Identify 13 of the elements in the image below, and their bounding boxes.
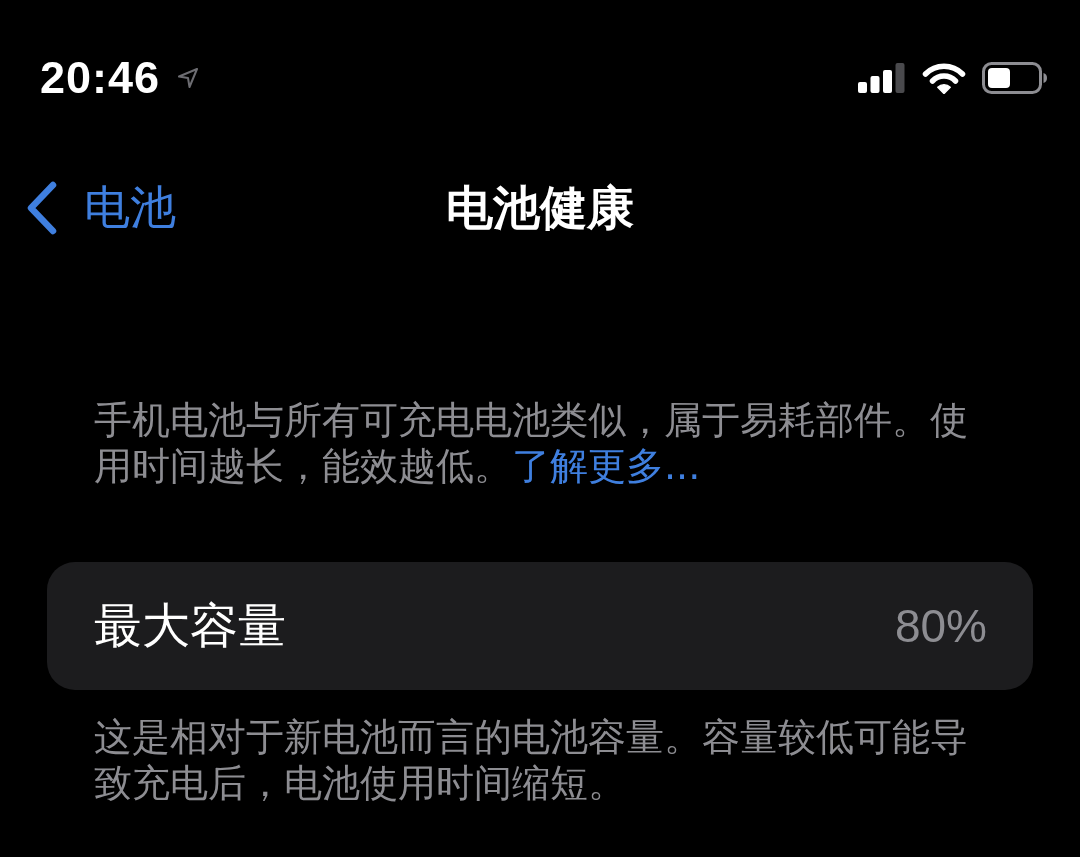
location-arrow-icon <box>178 68 199 88</box>
intro-text: 手机电池与所有可充电电池类似，属于易耗部件。使用时间越长，能效越低。了解更多... <box>94 397 969 489</box>
battery-icon <box>982 62 1048 94</box>
signal-icon <box>858 63 906 93</box>
footnote-text: 这是相对于新电池而言的电池容量。容量较低可能导致充电后，电池使用时间缩短。 <box>94 714 969 806</box>
chevron-left-icon <box>26 181 58 235</box>
wifi-icon <box>922 62 966 94</box>
learn-more-link[interactable]: 了解更多... <box>512 444 701 488</box>
capacity-value: 80% <box>894 599 987 653</box>
capacity-label: 最大容量 <box>94 596 286 655</box>
status-time: 20:46 <box>40 52 161 104</box>
page-title: 电池健康 <box>446 178 634 237</box>
back-button[interactable]: 电池 <box>26 177 176 239</box>
